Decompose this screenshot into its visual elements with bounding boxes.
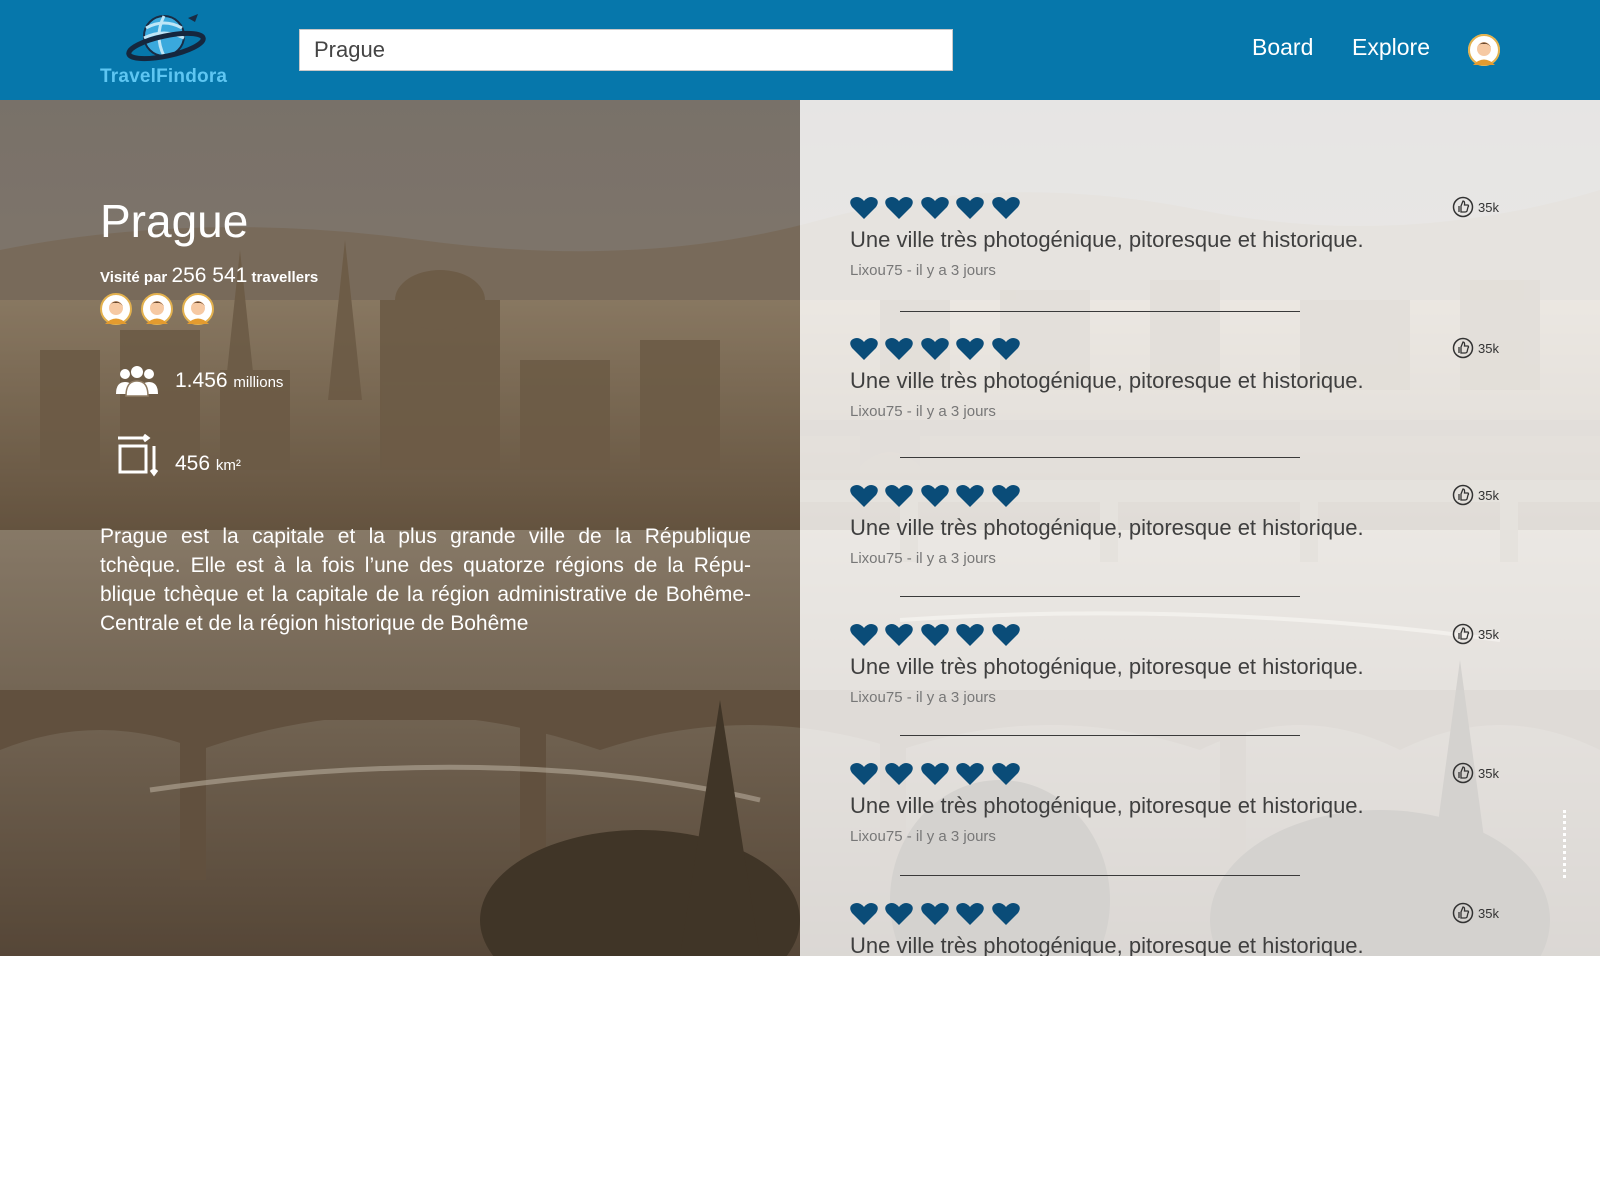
nav-board-link[interactable]: Board (1252, 34, 1313, 61)
visited-suffix: travellers (251, 269, 319, 286)
heart-icon (885, 197, 914, 219)
like-count: 35k (1478, 906, 1499, 921)
people-group-icon (116, 366, 158, 397)
review-divider (900, 875, 1300, 876)
heart-icon (921, 763, 949, 785)
area-resize-icon (118, 434, 159, 477)
like-count: 35k (1478, 488, 1499, 503)
visited-count: 256 541 (171, 264, 248, 287)
heart-icon (885, 903, 914, 925)
heart-icon (992, 763, 1020, 785)
heart-icon (885, 763, 914, 785)
top-header: TravelFindora Board Explore (0, 0, 1600, 100)
heart-icon (850, 624, 878, 646)
heart-icon (850, 763, 878, 785)
review-item: 35k Une ville très photogénique, pitores… (850, 196, 1510, 326)
review-item: 35k Une ville très photogénique, pitores… (850, 337, 1510, 467)
like-count: 35k (1478, 627, 1499, 642)
rating-hearts (850, 902, 1023, 928)
heart-icon (921, 485, 949, 507)
review-item: 35k Une ville très photogénique, pitores… (850, 623, 1510, 753)
review-text: Une ville très photogénique, pitoresque … (850, 368, 1364, 393)
heart-icon (885, 338, 914, 360)
review-meta: Lixou75 - il y a 3 jours (850, 550, 996, 567)
review-meta: Lixou75 - il y a 3 jours (850, 828, 996, 845)
thumbs-up-icon[interactable] (1452, 337, 1474, 359)
heart-icon (992, 338, 1020, 360)
review-divider (900, 735, 1300, 736)
heart-icon (921, 624, 949, 646)
heart-icon (921, 197, 949, 219)
review-text: Une ville très photogénique, pitoresque … (850, 227, 1364, 252)
like-count: 35k (1478, 200, 1499, 215)
review-item: 35k Une ville très photogénique, pitores… (850, 484, 1510, 614)
reviews-scrollbar[interactable] (1563, 810, 1566, 878)
review-text: Une ville très photogénique, pitoresque … (850, 654, 1364, 679)
review-divider (900, 311, 1300, 312)
heart-icon (992, 485, 1020, 507)
reviews-list: 35k Une ville très photogénique, pitores… (800, 100, 1600, 956)
city-title: Prague (100, 195, 249, 247)
user-avatar[interactable] (1468, 34, 1500, 66)
visited-by-text: Visité par 256 541 travellers (100, 264, 318, 288)
heart-icon (956, 485, 985, 507)
visitor-avatar[interactable] (141, 293, 173, 325)
heart-icon (850, 903, 878, 925)
review-meta: Lixou75 - il y a 3 jours (850, 403, 996, 420)
review-item: 35k Une ville très photogénique, pitores… (850, 902, 1510, 956)
heart-icon (921, 338, 949, 360)
review-text: Une ville très photogénique, pitoresque … (850, 515, 1364, 540)
review-meta: Lixou75 - il y a 3 jours (850, 262, 996, 279)
population-unit: millions (233, 374, 284, 391)
app-logo[interactable]: TravelFindora (96, 10, 240, 92)
heart-icon (956, 624, 985, 646)
review-meta: Lixou75 - il y a 3 jours (850, 689, 996, 706)
area-stat: 456 km² (175, 452, 241, 476)
globe-plane-icon (126, 14, 206, 62)
rating-hearts (850, 196, 1023, 222)
area-unit: km² (215, 457, 241, 474)
heart-icon (992, 624, 1020, 646)
heart-icon (885, 485, 914, 507)
heart-icon (850, 338, 878, 360)
review-divider (900, 457, 1300, 458)
heart-icon (956, 903, 985, 925)
visitor-avatar[interactable] (100, 293, 132, 325)
heart-icon (850, 485, 878, 507)
thumbs-up-icon[interactable] (1452, 762, 1474, 784)
city-description: Prague est la capitale et la plus grande… (100, 525, 751, 635)
thumbs-up-icon[interactable] (1452, 484, 1474, 506)
rating-hearts (850, 337, 1023, 363)
review-text: Une ville très photogénique, pitoresque … (850, 933, 1364, 956)
rating-hearts (850, 623, 1023, 649)
nav-explore-link[interactable]: Explore (1352, 34, 1430, 61)
heart-icon (885, 624, 914, 646)
rating-hearts (850, 762, 1023, 788)
heart-icon (956, 763, 985, 785)
review-item: 35k Une ville très photogénique, pitores… (850, 762, 1510, 892)
heart-icon (850, 197, 878, 219)
population-stat: 1.456 millions (175, 369, 283, 393)
rating-hearts (850, 484, 1023, 510)
heart-icon (921, 903, 949, 925)
area-value: 456 (175, 452, 211, 475)
heart-icon (992, 197, 1020, 219)
population-value: 1.456 (175, 369, 228, 392)
like-count: 35k (1478, 341, 1499, 356)
like-count: 35k (1478, 766, 1499, 781)
heart-icon (956, 197, 985, 219)
visited-prefix: Visité par (100, 269, 168, 286)
thumbs-up-icon[interactable] (1452, 196, 1474, 218)
thumbs-up-icon[interactable] (1452, 902, 1474, 924)
review-text: Une ville très photogénique, pitoresque … (850, 793, 1364, 818)
review-divider (900, 596, 1300, 597)
logo-text: TravelFindora (100, 66, 228, 87)
thumbs-up-icon[interactable] (1452, 623, 1474, 645)
heart-icon (992, 903, 1020, 925)
heart-icon (956, 338, 985, 360)
visitor-avatar[interactable] (182, 293, 214, 325)
search-input[interactable] (299, 29, 953, 71)
